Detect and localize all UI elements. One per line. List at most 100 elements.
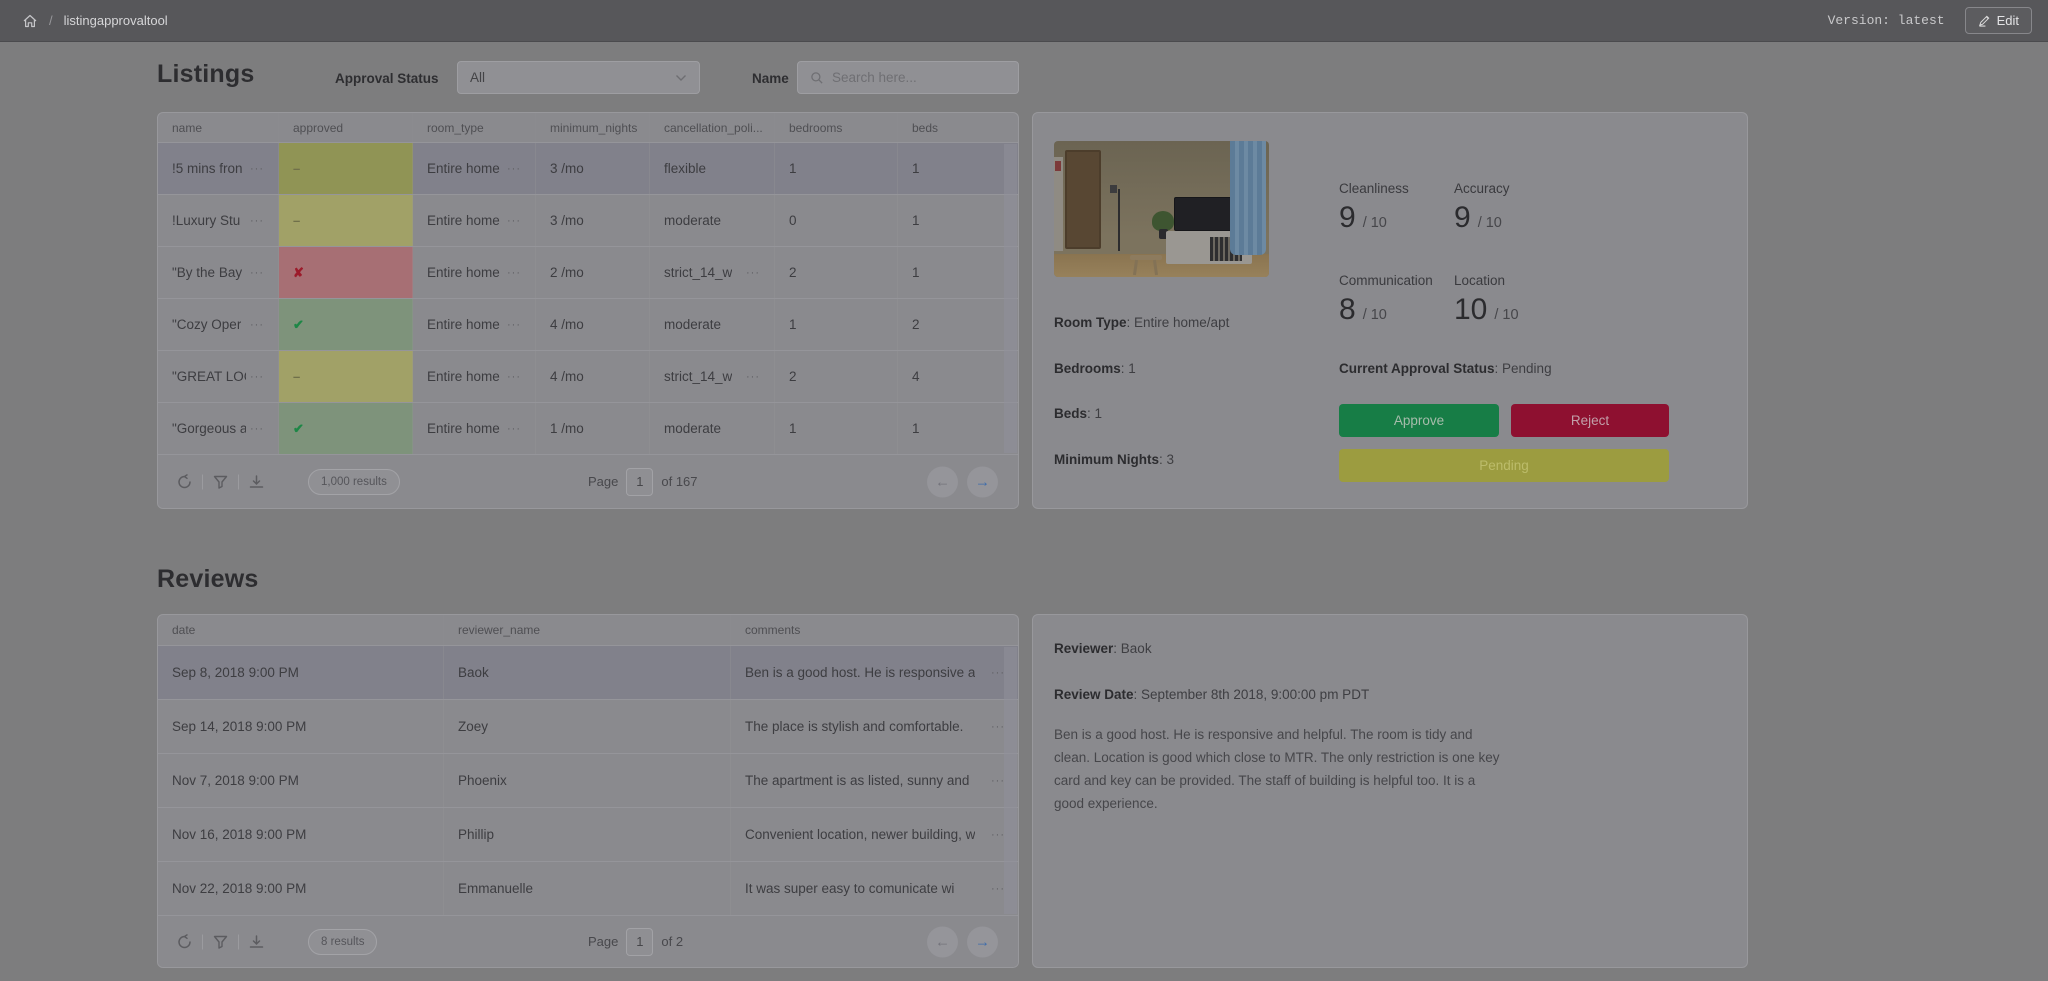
cell-approved: – [279,351,413,402]
cell-bedrooms: 1 [775,403,898,454]
cell-name: !5 mins fron ··· [158,143,279,194]
column-header[interactable]: name [158,113,279,142]
communication-label: Communication [1339,273,1433,288]
footer-icons [176,933,265,950]
cell-cancellation-policy: moderate [650,403,775,454]
column-header[interactable]: room_type [413,113,536,142]
edit-button[interactable]: Edit [1965,7,2032,34]
table-scrollbar[interactable] [1004,144,1017,453]
refresh-icon[interactable] [176,933,193,950]
cell-minimum-nights: 4 /mo [536,351,650,402]
page-total-label: of 167 [661,474,697,489]
review-detail-panel: Reviewer: Baok Review Date: September 8t… [1032,614,1748,968]
breadcrumb[interactable]: / listingapprovaltool [22,13,168,29]
review-body-text: Ben is a good host. He is responsive and… [1054,723,1509,815]
table-row[interactable]: "Cozy Oper ··· ✔ Entire home ··· 4 /mo m [158,299,1018,351]
cell-date: Sep 8, 2018 9:00 PM [158,646,444,699]
current-approval-status: Current Approval Status: Pending [1339,361,1552,376]
cell-name: "Cozy Oper ··· [158,299,279,350]
cell-comments: The place is stylish and comfortable. ··… [731,700,1019,753]
edit-button-label: Edit [1997,13,2019,28]
name-filter-label: Name [752,71,789,86]
listing-photo [1054,141,1269,277]
column-header[interactable]: bedrooms [775,113,898,142]
divider [202,934,203,949]
cell-room-type: Entire home ··· [413,403,536,454]
table-row[interactable]: Nov 22, 2018 9:00 PM Emmanuelle It was s… [158,862,1018,916]
room-type-field: Room Type: Entire home/apt [1054,315,1229,330]
cell-bedrooms: 2 [775,247,898,298]
cell-comments: It was super easy to comunicate wi ··· [731,862,1019,915]
cell-bedrooms: 1 [775,143,898,194]
previous-page-button[interactable]: ← [927,466,958,497]
page-number-input[interactable] [626,468,653,496]
photo-tv [1174,197,1232,231]
listings-title: Listings [157,60,254,89]
table-row[interactable]: Sep 8, 2018 9:00 PM Baok Ben is a good h… [158,646,1018,700]
table-scrollbar[interactable] [1004,647,1017,914]
results-count-badge: 8 results [308,929,377,955]
reviewer-field: Reviewer: Baok [1054,641,1152,656]
cell-name: "GREAT LOC ··· [158,351,279,402]
table-row[interactable]: "GREAT LOC ··· – Entire home ··· 4 /mo s [158,351,1018,403]
cell-cancellation-policy: strict_14_w ··· [650,247,775,298]
page-total-label: of 2 [661,934,683,949]
filter-icon[interactable] [212,473,229,490]
pagination-controls: Page of 2 [588,928,683,956]
listing-detail-panel: Cleanliness 9/ 10 Accuracy 9/ 10 Communi… [1032,112,1748,509]
table-row[interactable]: !5 mins fron ··· – Entire home ··· 3 /mo [158,143,1018,195]
table-row[interactable]: Sep 14, 2018 9:00 PM Zoey The place is s… [158,700,1018,754]
approved-glyph: – [293,213,300,228]
download-icon[interactable] [248,473,265,490]
table-row[interactable]: Nov 7, 2018 9:00 PM Phoenix The apartmen… [158,754,1018,808]
pager-buttons: ← → [927,926,998,957]
approval-status-value: All [470,70,485,85]
cell-beds: 2 [898,299,1019,350]
results-count-badge: 1,000 results [308,469,400,495]
column-header[interactable]: beds [898,113,1019,142]
home-icon[interactable] [22,13,38,29]
column-header[interactable]: comments [731,615,1019,645]
cell-minimum-nights: 4 /mo [536,299,650,350]
page-number-input[interactable] [626,928,653,956]
approval-status-label: Approval Status [335,71,439,86]
next-page-button[interactable]: → [967,926,998,957]
column-header[interactable]: minimum_nights [536,113,650,142]
page-label: Page [588,934,618,949]
filter-icon[interactable] [212,933,229,950]
breadcrumb-app-name[interactable]: listingapprovaltool [64,13,168,28]
refresh-icon[interactable] [176,473,193,490]
approved-glyph: ✔ [293,421,304,437]
next-page-button[interactable]: → [967,466,998,497]
cell-minimum-nights: 3 /mo [536,195,650,246]
column-header[interactable]: reviewer_name [444,615,731,645]
approval-status-dropdown[interactable]: All [457,61,700,94]
download-icon[interactable] [248,933,265,950]
photo-detail [1055,161,1061,171]
reject-button[interactable]: Reject [1511,404,1669,437]
photo-lamp [1118,189,1120,251]
approved-glyph: – [293,161,300,176]
divider [238,934,239,949]
cell-beds: 4 [898,351,1019,402]
approve-button[interactable]: Approve [1339,404,1499,437]
cell-name: "By the Bay ··· [158,247,279,298]
column-header[interactable]: cancellation_poli... [650,113,775,142]
previous-page-button[interactable]: ← [927,926,958,957]
table-row[interactable]: "Gorgeous a ··· ✔ Entire home ··· 1 /mo [158,403,1018,455]
cell-room-type: Entire home ··· [413,299,536,350]
table-row[interactable]: Nov 16, 2018 9:00 PM Phillip Convenient … [158,808,1018,862]
table-row[interactable]: !Luxury Stu ··· – Entire home ··· 3 /mo [158,195,1018,247]
pending-button[interactable]: Pending [1339,449,1669,482]
table-row[interactable]: "By the Bay ··· ✘ Entire home ··· 2 /mo [158,247,1018,299]
reviews-table-footer: 8 results Page of 2 ← → [158,915,1018,967]
cell-cancellation-policy: flexible [650,143,775,194]
column-header[interactable]: date [158,615,444,645]
reviews-table: date reviewer_name comments Sep 8, 2018 … [157,614,1019,968]
column-header[interactable]: approved [279,113,413,142]
app-canvas: / listingapprovaltool Version: latest Ed… [0,0,2048,981]
cell-beds: 1 [898,247,1019,298]
name-search-input[interactable]: Search here... [797,61,1019,94]
cell-date: Sep 14, 2018 9:00 PM [158,700,444,753]
cell-comments: Ben is a good host. He is responsive a ·… [731,646,1019,699]
